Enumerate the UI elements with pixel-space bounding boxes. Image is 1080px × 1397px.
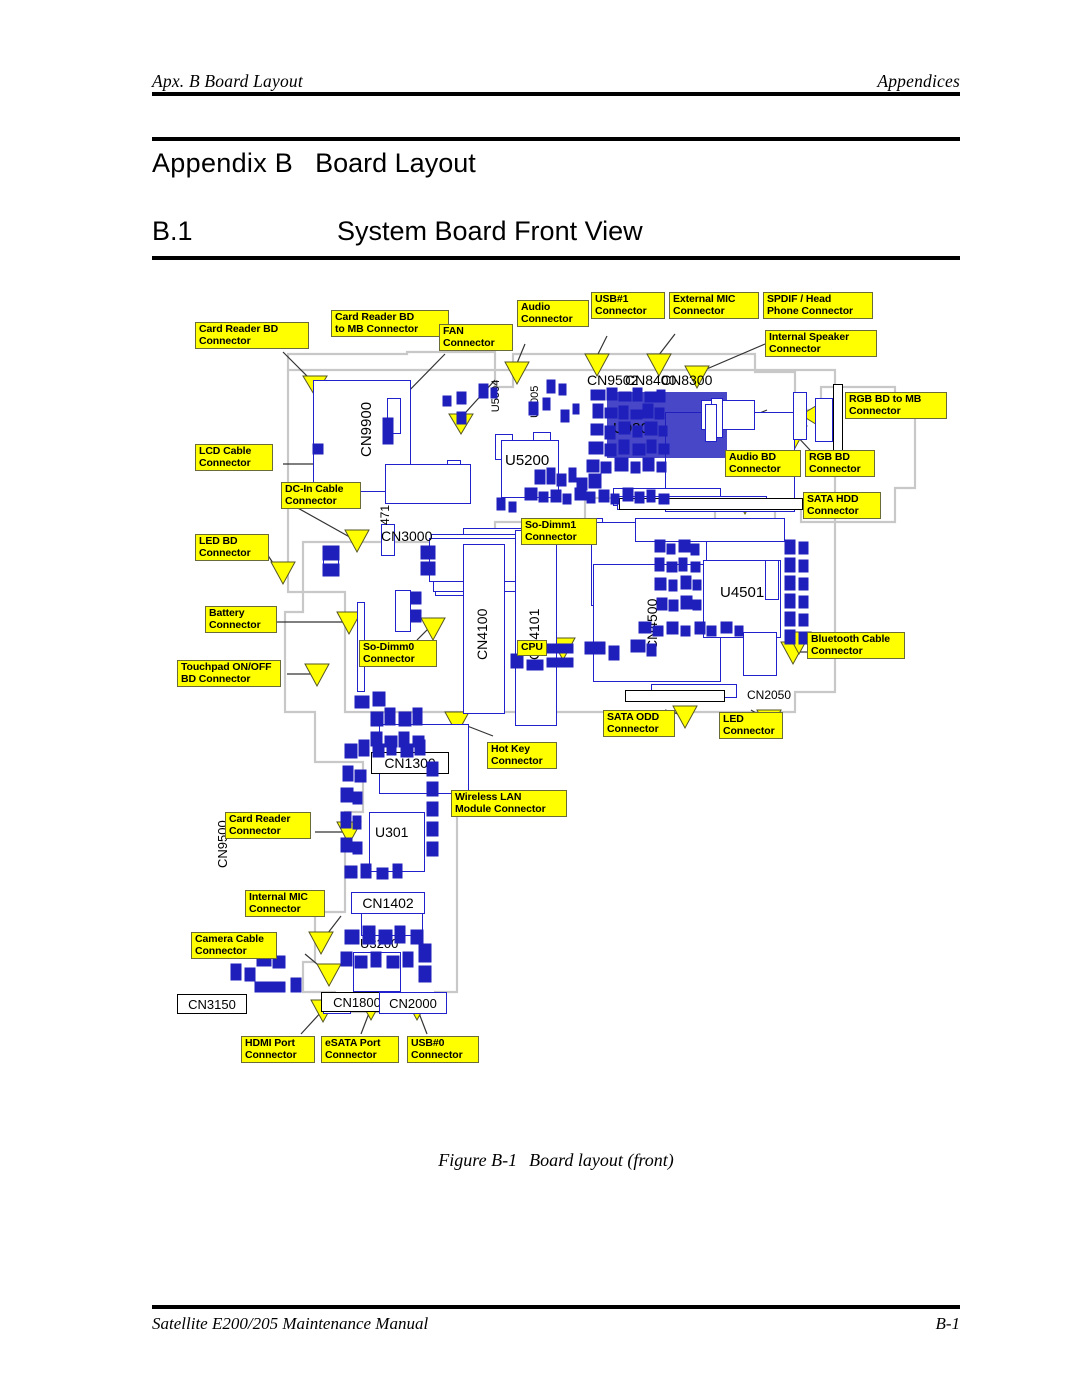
title-rule-bottom <box>152 256 960 260</box>
callout-hdmi-port-connector[interactable]: HDMI Port Connector <box>241 1036 315 1064</box>
callout-external-mic-connector[interactable]: External MIC Connector <box>669 292 759 320</box>
section-name: System Board Front View <box>337 216 643 246</box>
callout-card-reader-bd-to-mb-connector[interactable]: Card Reader BD to MB Connector <box>331 310 449 338</box>
footer-rule <box>152 1305 960 1309</box>
callout-esata-port-connector[interactable]: eSATA Port Connector <box>321 1036 399 1064</box>
callout-fan-connector[interactable]: FAN Connector <box>439 324 513 352</box>
section-heading: B.1 System Board Front View <box>152 216 960 247</box>
callout-so-dimm1-connector[interactable]: So-Dimm1 Connector <box>521 518 597 546</box>
callout-hot-key-connector[interactable]: Hot Key Connector <box>487 742 557 770</box>
callout-wireless-lan-module-connector[interactable]: Wireless LAN Module Connector <box>451 790 567 818</box>
callout-dc-in-cable-connector[interactable]: DC-In Cable Connector <box>281 482 361 510</box>
appendix-name: Board Layout <box>315 148 476 178</box>
callout-usb0-connector[interactable]: USB#0 Connector <box>407 1036 479 1064</box>
title-rule-top <box>152 137 960 141</box>
callout-usb1-connector[interactable]: USB#1 Connector <box>591 292 665 320</box>
figure-caption-text: Board layout (front) <box>529 1150 674 1170</box>
callout-card-reader-bd-connector[interactable]: Card Reader BD Connector <box>195 322 309 350</box>
callout-internal-speaker-connector[interactable]: Internal Speaker Connector <box>765 330 877 358</box>
figure-caption: Figure B-1 Board layout (front) <box>152 1150 960 1171</box>
callout-battery-connector[interactable]: Battery Connector <box>205 606 277 634</box>
callout-spdif-head-phone-connector[interactable]: SPDIF / Head Phone Connector <box>763 292 873 320</box>
footer-page-number: B-1 <box>935 1314 960 1333</box>
callout-lcd-cable-connector[interactable]: LCD Cable Connector <box>195 444 273 472</box>
callout-sata-hdd-connector[interactable]: SATA HDD Connector <box>803 492 881 520</box>
running-head: Apx. B Board Layout Appendices <box>152 62 960 92</box>
callout-cpu[interactable]: CPU <box>517 640 547 656</box>
callout-led-bd-connector[interactable]: LED BD Connector <box>195 534 269 562</box>
figure-caption-number: Figure B-1 <box>438 1150 518 1170</box>
header-rule <box>152 92 960 96</box>
callout-led-connector[interactable]: LED Connector <box>719 712 783 740</box>
board-layout-figure: CN9900 CN3000 CN9500 CN4100 CN4101 CN450… <box>177 292 985 1137</box>
running-head-right: Appendices <box>877 71 960 91</box>
callout-rgb-bd-to-mb-connector[interactable]: RGB BD to MB Connector <box>845 392 947 420</box>
callout-sata-odd-connector[interactable]: SATA ODD Connector <box>603 710 675 738</box>
appendix-label: Appendix B <box>152 148 294 178</box>
page-footer: Satellite E200/205 Maintenance Manual B-… <box>152 1314 960 1334</box>
callout-card-reader-connector[interactable]: Card Reader Connector <box>225 812 311 840</box>
footer-manual-title: Satellite E200/205 Maintenance Manual <box>152 1314 429 1333</box>
callout-camera-cable-connector[interactable]: Camera Cable Connector <box>191 932 277 960</box>
callout-audio-bd-connector[interactable]: Audio BD Connector <box>725 450 801 478</box>
callout-rgb-bd-connector[interactable]: RGB BD Connector <box>805 450 875 478</box>
document-page: Apx. B Board Layout Appendices Appendix … <box>0 0 1080 1397</box>
callout-touchpad-on-off-bd-connector[interactable]: Touchpad ON/OFF BD Connector <box>177 660 281 688</box>
section-number: B.1 <box>152 216 193 246</box>
callout-bluetooth-cable-connector[interactable]: Bluetooth Cable Connector <box>807 632 905 660</box>
page-title: Appendix B Board Layout <box>152 148 476 179</box>
callout-internal-mic-connector[interactable]: Internal MIC Connector <box>245 890 325 918</box>
callout-so-dimm0-connector[interactable]: So-Dimm0 Connector <box>359 640 437 668</box>
callout-audio-connector[interactable]: Audio Connector <box>517 300 589 328</box>
running-head-left: Apx. B Board Layout <box>152 71 303 91</box>
